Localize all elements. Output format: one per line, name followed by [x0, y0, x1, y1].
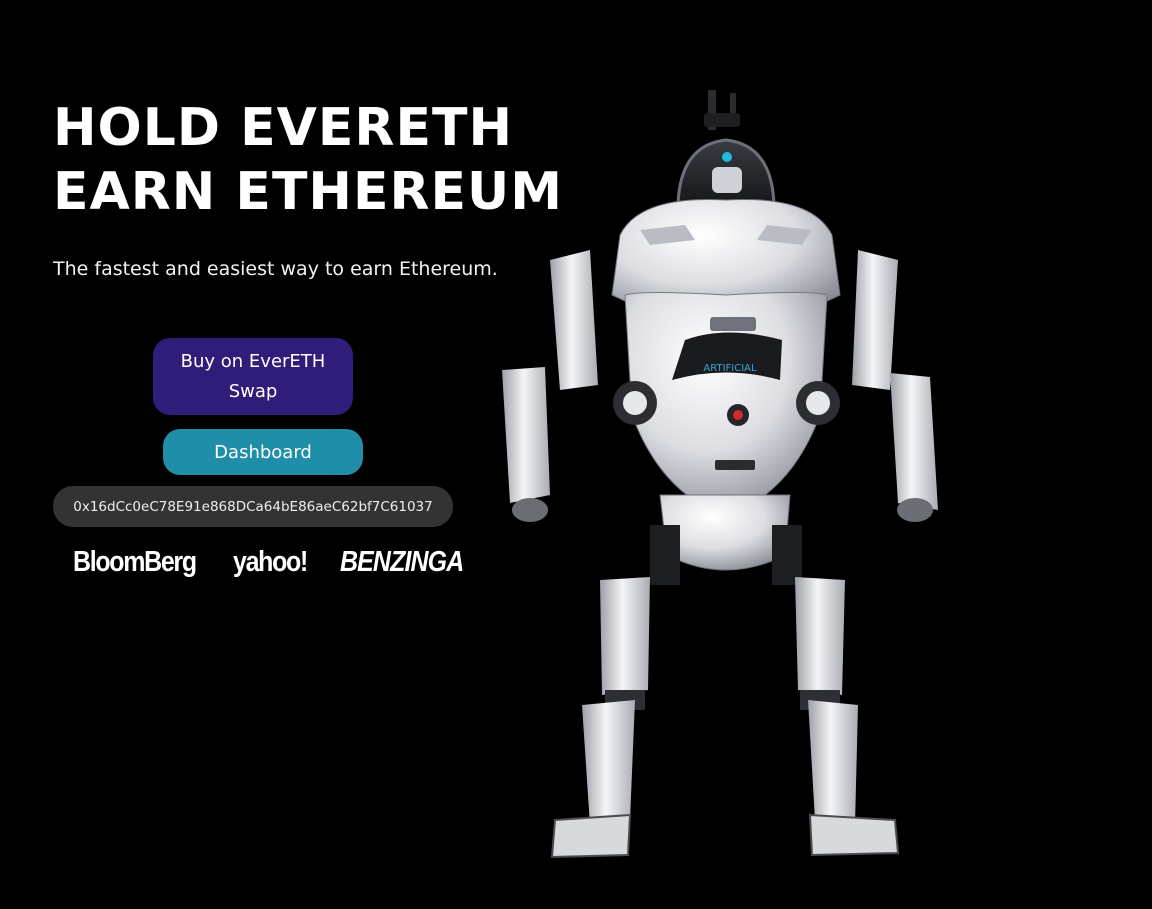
hero-title-line-1: HOLD EVERETH: [53, 98, 513, 158]
yahoo-logo: yahoo!: [232, 545, 308, 578]
benzinga-logo: BENZINGA: [339, 545, 464, 578]
robot-chest-label: ARTIFICIAL: [703, 363, 757, 374]
contract-address[interactable]: 0x16dCc0eC78E91e868DCa64bE86aeC62bf7C610…: [53, 486, 453, 527]
dashboard-button[interactable]: Dashboard: [163, 429, 363, 475]
hero-title-line-2: EARN ETHEREUM: [53, 162, 563, 222]
hero-subtitle: The fastest and easiest way to earn Ethe…: [53, 258, 498, 280]
robot-illustration: ARTIFICIAL: [502, 90, 938, 859]
press-logos: BloomBerg yahoo! BENZINGA: [73, 540, 483, 584]
bloomberg-logo: BloomBerg: [73, 545, 197, 578]
buy-on-evereth-swap-button[interactable]: Buy on EverETH Swap: [153, 338, 353, 415]
hero-title: HOLD EVERETH EARN ETHEREUM: [53, 96, 563, 224]
